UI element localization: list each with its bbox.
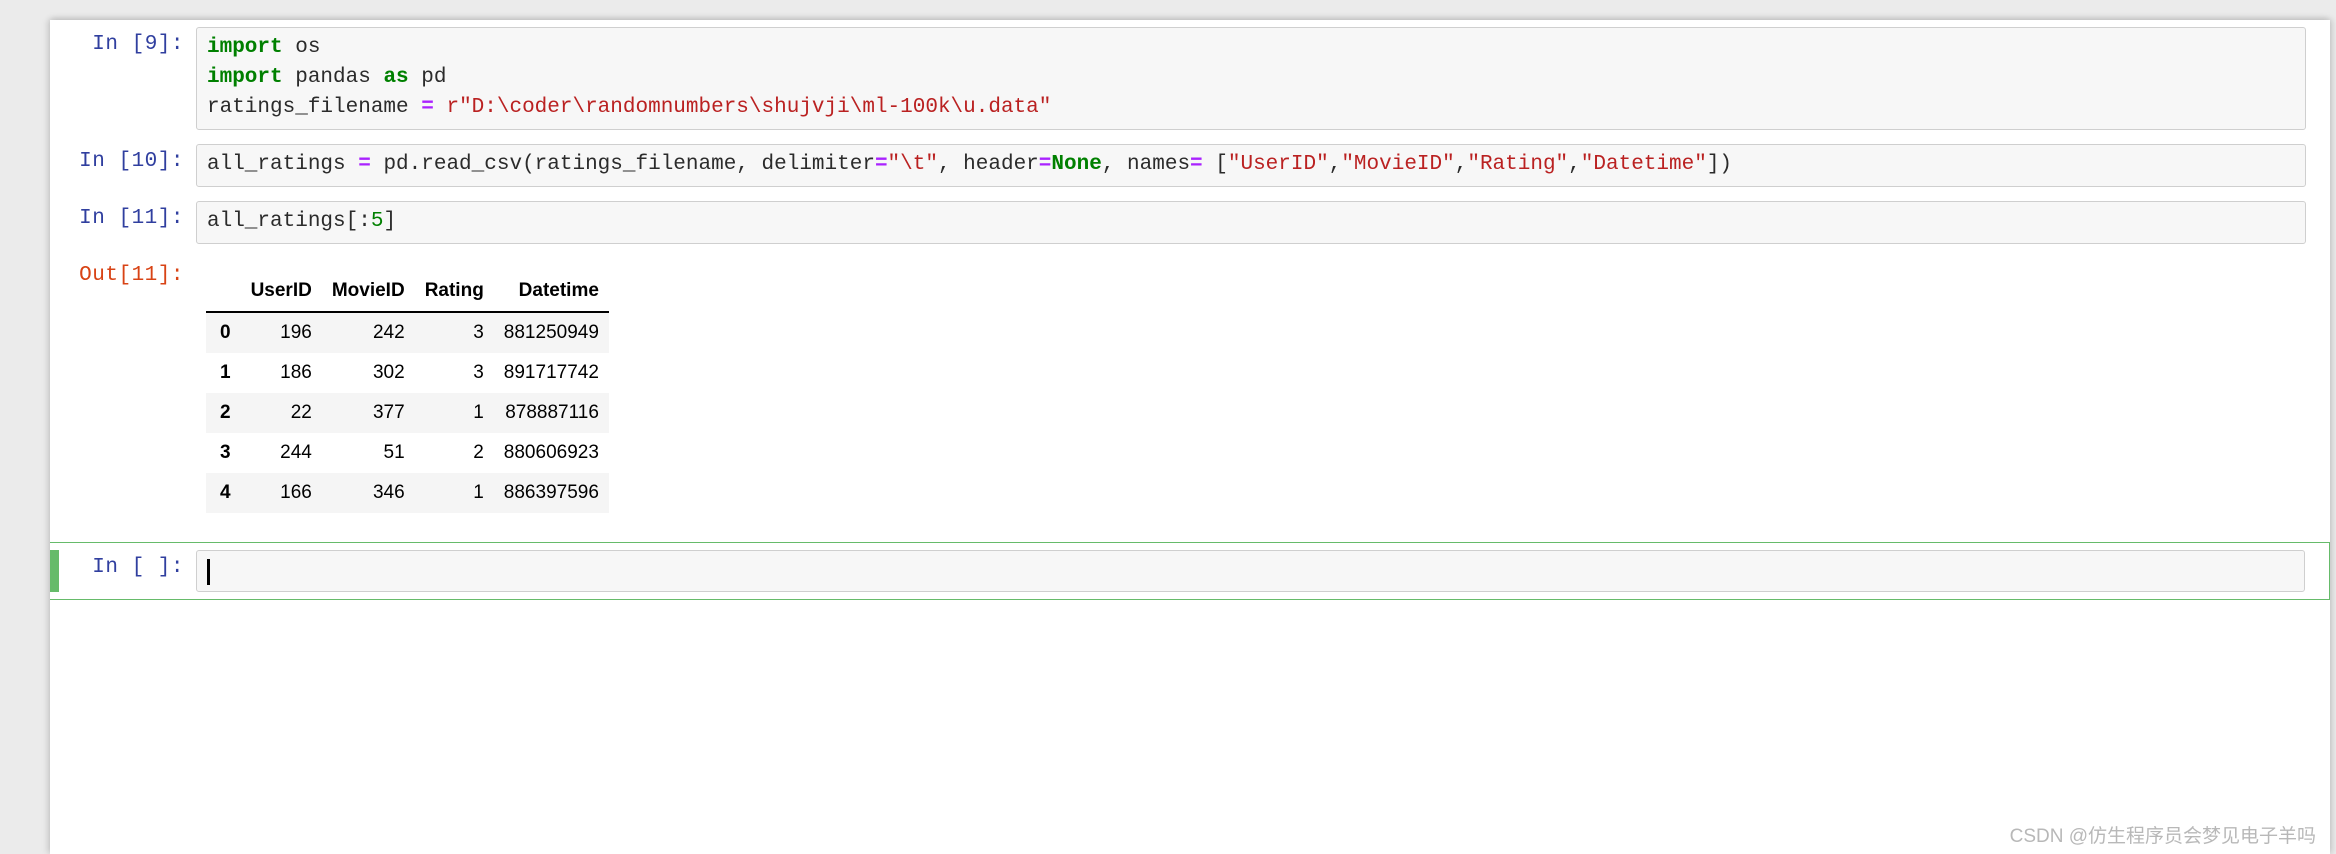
dataframe-table: UserID MovieID Rating Datetime 0 196 242 3 88125… (206, 274, 609, 513)
out-prompt: Out[11]: (79, 264, 184, 287)
code-line: import pandas as pd (207, 63, 2297, 93)
table-row-index: 0 (220, 322, 231, 343)
code-token: = (1190, 153, 1203, 176)
table-column-header: MovieID (321, 274, 415, 313)
table-row-index: 3 (220, 442, 231, 463)
code-token: "MovieID" (1341, 153, 1455, 176)
text-cursor (207, 559, 210, 585)
code-token: , names (1101, 153, 1191, 176)
table-row-index: 1 (220, 362, 231, 383)
table-cell: 166 (280, 482, 312, 503)
table-row-index: 4 (220, 482, 231, 503)
table-corner-header (206, 274, 241, 313)
code-cell[interactable]: In [9]: import os import pandas as pd ratin… (50, 20, 2330, 137)
code-token: "Datetime" (1580, 153, 1707, 176)
in-prompt: In [11]: (79, 207, 184, 230)
code-token: ]) (1706, 153, 1733, 176)
in-prompt: In [9]: (92, 33, 184, 56)
table-cell: 1 (473, 482, 484, 503)
code-token: ratings_filename (207, 96, 422, 119)
code-token: pd (408, 66, 447, 89)
code-token: , (1454, 153, 1468, 176)
code-token: = (358, 153, 371, 176)
code-editor[interactable]: import os import pandas as pd ratings_file… (196, 27, 2306, 130)
code-token: 5 (370, 210, 384, 233)
code-line: import os (207, 33, 2297, 63)
table-column-header: Rating (414, 274, 494, 313)
code-token: os (282, 36, 321, 59)
active-code-editor[interactable] (196, 550, 2305, 592)
code-token: as (383, 66, 409, 89)
table-header-row: UserID MovieID Rating Datetime (206, 274, 609, 313)
table-cell: 377 (372, 402, 405, 423)
notebook-page: In [9]: import os import pandas as pd ratin… (50, 20, 2330, 854)
table-column-header: UserID (240, 274, 322, 313)
code-token: import (207, 36, 283, 59)
code-token: ] (383, 210, 397, 233)
table-cell: 186 (280, 362, 312, 383)
table-cell: 880606923 (503, 442, 599, 463)
table-cell: 22 (290, 402, 312, 423)
code-token: pd.read_csv(ratings_filename, delimiter (370, 153, 875, 176)
table-cell: 2 (473, 442, 484, 463)
code-token: [ (1202, 153, 1228, 176)
table-cell: 878887116 (505, 402, 599, 423)
code-token: None (1051, 153, 1102, 176)
code-token: = (1038, 153, 1052, 176)
code-line: ratings_filename = r"D:\coder\randomnumb… (207, 93, 2297, 123)
table-cell: 242 (372, 322, 405, 343)
table-cell: 302 (372, 362, 405, 383)
table-cell: 891717742 (503, 362, 599, 383)
table-row: 2 22 377 1 878887116 (206, 393, 609, 433)
code-token: "Rating" (1467, 153, 1569, 176)
code-editor[interactable]: all_ratings = pd.read_csv(ratings_filena… (196, 144, 2306, 187)
code-token: , (1568, 153, 1581, 176)
output-area: UserID MovieID Rating Datetime 0 196 242 3 88125… (196, 258, 2306, 513)
table-cell: 3 (473, 322, 484, 343)
code-token: import (207, 66, 283, 89)
in-prompt-empty: In [ ]: (92, 556, 184, 579)
output-cell: Out[11]: UserID MovieID Rating Datetime 0 196 2… (50, 251, 2330, 520)
code-cell[interactable]: In [11]: all_ratings[:5] (50, 194, 2330, 251)
table-cell: 244 (280, 442, 312, 463)
code-editor[interactable]: all_ratings[:5] (196, 201, 2306, 244)
code-token: all_ratings (207, 153, 359, 176)
notebook-cell-stack: In [9]: import os import pandas as pd ratin… (50, 20, 2330, 600)
table-cell: 881250949 (503, 322, 599, 343)
table-cell: 1 (473, 402, 484, 423)
code-token: , header (937, 153, 1039, 176)
code-line: all_ratings = pd.read_csv(ratings_filena… (207, 150, 2297, 180)
table-row: 1 186 302 3 891717742 (206, 353, 609, 393)
code-token: all_ratings[: (207, 210, 371, 233)
table-cell: 886397596 (503, 482, 599, 503)
table-row: 3 244 51 2 880606923 (206, 433, 609, 473)
table-cell: 3 (473, 362, 484, 383)
code-cell[interactable]: In [10]: all_ratings = pd.read_csv(rating… (50, 137, 2330, 194)
code-token: "\t" (887, 153, 938, 176)
table-cell: 346 (372, 482, 405, 503)
code-token: = (421, 96, 434, 119)
in-prompt: In [10]: (79, 150, 184, 173)
table-cell: 51 (383, 442, 405, 463)
table-column-header: Datetime (493, 274, 609, 313)
code-token: , (1328, 153, 1342, 176)
table-row-index: 2 (220, 402, 231, 423)
code-line: all_ratings[:5] (207, 207, 2297, 237)
csdn-watermark: CSDN @仿生程序员会梦见电子羊吗 (2009, 826, 2316, 847)
table-row: 4 166 346 1 886397596 (206, 473, 609, 513)
table-row: 0 196 242 3 881250949 (206, 312, 609, 353)
selected-cell-accent-bar (50, 550, 59, 592)
code-token: r"D:\coder\randomnumbers\shujvji\ml-100k… (433, 96, 1052, 119)
code-token: = (874, 153, 888, 176)
table-cell: 196 (280, 322, 312, 343)
active-code-cell[interactable]: In [ ]: (50, 542, 2330, 600)
code-token: "UserID" (1227, 153, 1329, 176)
code-token: pandas (282, 66, 384, 89)
